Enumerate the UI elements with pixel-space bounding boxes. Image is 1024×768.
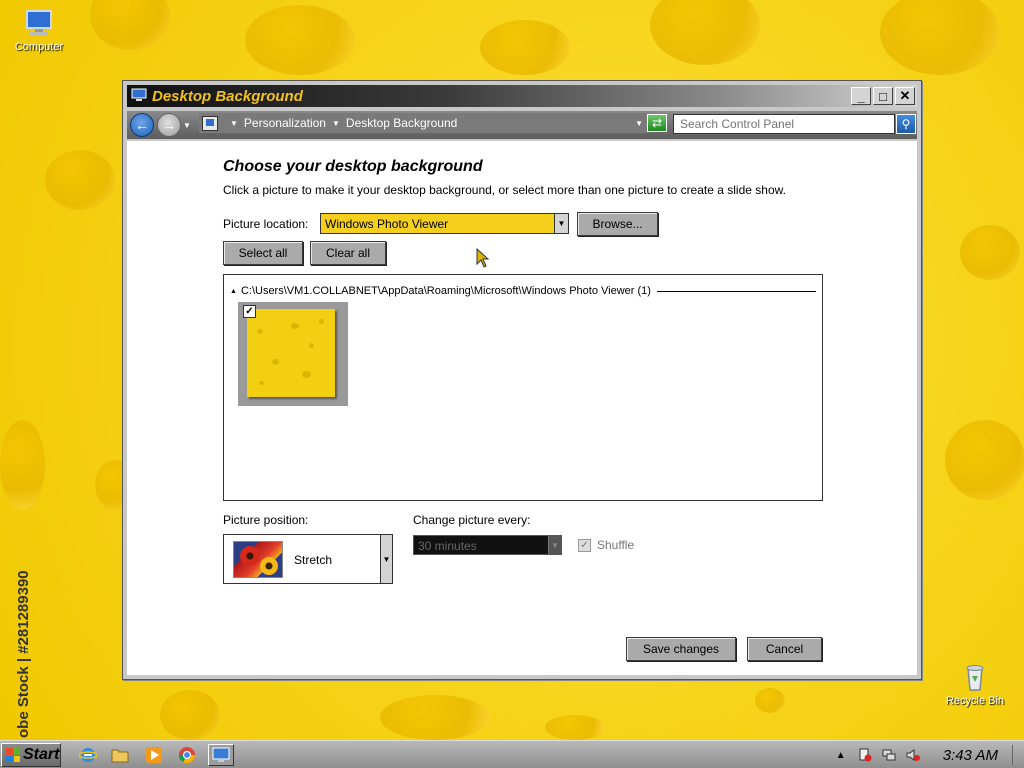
cheese-hole xyxy=(0,420,45,510)
cheese-hole xyxy=(755,688,785,713)
recycle-bin-icon xyxy=(959,662,991,692)
title-bar[interactable]: Desktop Background _ □ ✕ xyxy=(127,85,917,107)
computer-icon xyxy=(23,8,55,38)
taskbar-chrome[interactable] xyxy=(174,744,200,766)
picture-thumbnail[interactable]: ✓ xyxy=(238,302,348,406)
picture-location-label: Picture location: xyxy=(223,217,309,231)
content-pane: Choose your desktop background Click a p… xyxy=(127,141,917,675)
picture-location-select[interactable]: Windows Photo Viewer ▼ xyxy=(320,213,569,234)
forward-button[interactable]: → xyxy=(157,113,181,137)
clear-all-button[interactable]: Clear all xyxy=(310,241,386,265)
control-panel-icon xyxy=(202,115,218,131)
internet-explorer-icon xyxy=(79,748,97,762)
picture-position-label: Picture position: xyxy=(223,513,309,527)
stock-watermark: obe Stock | #281289390 xyxy=(15,570,32,738)
address-bar: ← → ▼ ▼ Personalization ▼ Desktop Backgr… xyxy=(127,111,917,139)
show-hidden-icons-icon[interactable]: ▲ xyxy=(833,747,849,763)
folder-path: C:\Users\VM1.COLLABNET\AppData\Roaming\M… xyxy=(240,285,651,297)
taskbar: Start ▲ 3:43 AM xyxy=(0,740,1024,768)
cheese-hole xyxy=(480,20,570,75)
save-changes-button[interactable]: Save changes xyxy=(626,637,736,661)
search-button[interactable]: ⚲ xyxy=(896,114,916,134)
windows-logo-icon xyxy=(6,748,20,762)
minimize-button[interactable]: _ xyxy=(851,87,871,105)
desktop-icon-label: Recycle Bin xyxy=(945,695,1005,707)
close-button[interactable]: ✕ xyxy=(895,87,915,105)
picture-position-select[interactable]: Stretch ▼ xyxy=(223,534,393,584)
chevron-down-icon[interactable]: ▼ xyxy=(380,535,392,583)
refresh-icon: ⇄ xyxy=(651,116,663,130)
cheese-hole xyxy=(380,695,490,740)
chrome-icon xyxy=(178,747,196,764)
recent-pages-dropdown[interactable]: ▼ xyxy=(183,121,191,130)
picture-location-value: Windows Photo Viewer xyxy=(325,217,449,231)
control-panel-icon xyxy=(212,747,230,762)
cheese-hole xyxy=(945,420,1024,500)
position-preview-image xyxy=(233,541,283,578)
cheese-hole xyxy=(960,225,1020,280)
search-input[interactable] xyxy=(673,114,895,134)
cheese-hole xyxy=(160,690,220,740)
browse-button[interactable]: Browse... xyxy=(577,212,658,236)
mouse-cursor-icon xyxy=(476,248,490,268)
picture-position-value: Stretch xyxy=(294,553,333,567)
desktop-background-window: Desktop Background _ □ ✕ ← → ▼ ▼ Persona… xyxy=(122,80,922,680)
volume-icon[interactable] xyxy=(905,747,921,763)
shuffle-option: ✓ Shuffle xyxy=(578,538,634,552)
shuffle-label: Shuffle xyxy=(597,538,635,552)
chevron-down-icon: ▼ xyxy=(548,536,561,554)
media-player-icon xyxy=(146,747,162,763)
taskbar-internet-explorer[interactable] xyxy=(75,744,101,766)
window-title: Desktop Background xyxy=(152,87,303,105)
taskbar-control-panel[interactable] xyxy=(208,744,234,766)
picture-checkbox[interactable]: ✓ xyxy=(243,305,256,318)
cheese-hole xyxy=(245,5,355,75)
change-picture-select: 30 minutes ▼ xyxy=(413,535,562,555)
system-tray: ▲ 3:43 AM xyxy=(833,744,1024,766)
shuffle-checkbox: ✓ xyxy=(578,538,591,552)
picture-list: ▲ C:\Users\VM1.COLLABNET\AppData\Roaming… xyxy=(223,274,823,501)
cheese-hole xyxy=(880,0,1000,75)
desktop-icon-label: Computer xyxy=(14,41,64,53)
network-icon[interactable] xyxy=(881,747,897,763)
cheese-hole xyxy=(650,0,760,65)
taskbar-explorer[interactable] xyxy=(107,744,133,766)
address-dropdown-icon[interactable]: ▼ xyxy=(635,119,643,128)
chevron-down-icon[interactable]: ▼ xyxy=(230,119,238,128)
action-center-icon[interactable] xyxy=(857,747,873,763)
monitor-icon xyxy=(131,88,147,105)
start-label: Start xyxy=(23,746,60,763)
taskbar-media-player[interactable] xyxy=(141,744,167,766)
cheese-image xyxy=(247,309,335,397)
maximize-button[interactable]: □ xyxy=(873,87,893,105)
folder-icon xyxy=(111,749,129,763)
page-description: Click a picture to make it your desktop … xyxy=(223,183,786,197)
chevron-down-icon[interactable]: ▼ xyxy=(332,119,340,128)
cheese-hole xyxy=(45,150,115,210)
divider xyxy=(656,290,816,292)
breadcrumb-personalization[interactable]: Personalization xyxy=(244,116,326,130)
start-button[interactable]: Start xyxy=(1,743,61,767)
arrow-right-icon: → xyxy=(162,117,176,133)
refresh-button[interactable]: ⇄ xyxy=(647,114,667,132)
page-title: Choose your desktop background xyxy=(223,158,483,175)
cheese-hole xyxy=(90,0,170,50)
search-icon: ⚲ xyxy=(901,117,911,131)
cancel-button[interactable]: Cancel xyxy=(747,637,822,661)
breadcrumb[interactable]: ▼ Personalization ▼ Desktop Background ▼ xyxy=(199,113,649,133)
select-all-button[interactable]: Select all xyxy=(223,241,303,265)
desktop-icon-computer[interactable]: Computer xyxy=(4,8,74,53)
change-picture-label: Change picture every: xyxy=(413,513,531,527)
collapse-icon[interactable]: ▲ xyxy=(230,288,237,295)
arrow-left-icon: ← xyxy=(135,117,149,133)
chevron-down-icon[interactable]: ▼ xyxy=(554,214,568,233)
change-picture-value: 30 minutes xyxy=(418,539,477,553)
show-desktop-button[interactable] xyxy=(1012,745,1024,765)
breadcrumb-desktop-background[interactable]: Desktop Background xyxy=(346,116,457,130)
taskbar-clock[interactable]: 3:43 AM xyxy=(943,747,998,764)
back-button[interactable]: ← xyxy=(130,113,154,137)
desktop-icon-recycle-bin[interactable]: Recycle Bin xyxy=(940,662,1010,707)
folder-group-header[interactable]: ▲ C:\Users\VM1.COLLABNET\AppData\Roaming… xyxy=(230,285,816,297)
cheese-hole xyxy=(545,715,605,740)
